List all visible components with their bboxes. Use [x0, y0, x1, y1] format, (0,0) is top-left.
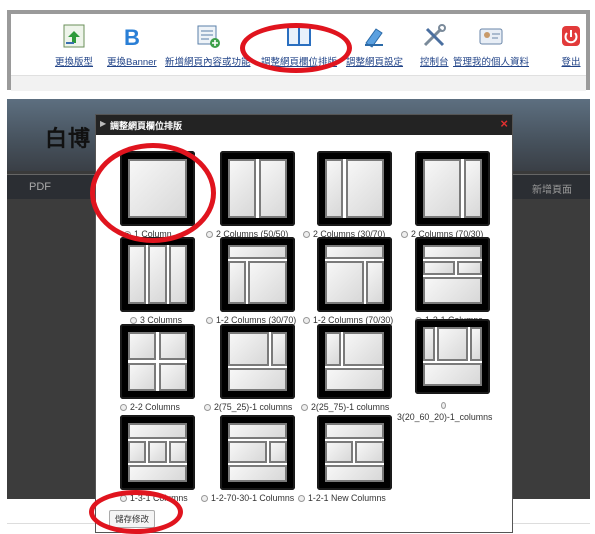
change-banner-button[interactable]: B 更換Banner [107, 23, 157, 68]
layout-1-2-1-columns-icon[interactable] [415, 237, 490, 312]
pdf-link[interactable]: PDF [29, 181, 51, 193]
add-content-button[interactable]: 新增網頁內容或功能 [165, 23, 251, 68]
page-settings-button[interactable]: 調整網頁設定 [346, 23, 403, 68]
layout-radio-label[interactable] [441, 402, 449, 409]
template-swap-icon [63, 24, 85, 48]
power-icon [562, 26, 580, 46]
layout-option-label: 1-2-70-30-1 Columns [211, 493, 295, 503]
adjust-layout-button[interactable]: 調整網頁欄位排版 [261, 23, 337, 68]
title-arrow-icon: ▶ [100, 119, 107, 128]
radio-button[interactable] [120, 494, 127, 502]
site-title: 白博 [45, 126, 92, 151]
page-settings-icon [364, 28, 383, 48]
save-changes-button[interactable]: 儲存修改 [109, 510, 156, 528]
column-layout-icon [287, 25, 311, 46]
layout-1-column-icon[interactable] [120, 151, 195, 226]
layout-radio-label[interactable]: 1-2-70-30-1 Columns [201, 493, 294, 503]
dialog-body: 1 Column 2 Columns (50/50) 2 Columns (30… [96, 135, 512, 532]
layout-1-2-70-30-1-columns-icon[interactable] [220, 415, 295, 490]
radio-button[interactable] [401, 230, 408, 238]
dialog-title: 調整網頁欄位排版 [110, 121, 183, 131]
radio-button[interactable] [303, 230, 310, 238]
layout-1-2-columns-70-30-icon[interactable] [317, 237, 392, 312]
toolbar-strip [11, 75, 586, 91]
layout-2-25-75-1-columns-icon[interactable] [317, 324, 392, 399]
radio-button[interactable] [206, 230, 213, 238]
change-template-button[interactable]: 更換版型 [55, 23, 93, 68]
radio-button[interactable] [303, 316, 310, 324]
radio-button[interactable] [301, 403, 308, 411]
manage-profile-button[interactable]: 管理我的個人資料 [453, 23, 529, 68]
layout-option-label: 2-2 Columns [130, 402, 180, 412]
layout-option-label: 2(25_75)-1 columns [311, 402, 390, 412]
add-page-link[interactable]: 新增頁面 [532, 181, 572, 196]
control-panel-button[interactable]: 控制台 [420, 23, 449, 68]
layout-1-2-1-new-columns-icon[interactable] [317, 415, 392, 490]
layout-option-label: 1-2-1 New Columns [308, 493, 386, 503]
layout-radio-label[interactable]: 2(25_75)-1 columns [301, 402, 389, 412]
layout-option-label: 3(20_60_20)-1_columns [397, 412, 493, 422]
layout-1-3-1-columns-icon[interactable] [120, 415, 195, 490]
profile-icon [479, 28, 503, 45]
layout-option-label: 2(75_25)-1 columns [214, 402, 293, 412]
layout-dialog: ▶ 調整網頁欄位排版 × 1 Column 2 Columns (50/50) [95, 114, 513, 533]
tools-icon [424, 24, 447, 47]
layout-radio-label[interactable]: 1-3-1 Columns [120, 493, 188, 503]
layout-3-20-60-20-1-columns-icon[interactable] [415, 319, 490, 394]
dialog-header: ▶ 調整網頁欄位排版 × [96, 115, 512, 135]
svg-text:B: B [124, 25, 140, 49]
layout-2-columns-30-70-icon[interactable] [317, 151, 392, 226]
layout-option-label: 1-3-1 Columns [130, 493, 188, 503]
layout-1-2-columns-30-70-icon[interactable] [220, 237, 295, 312]
layout-option-label-row: 3(20_60_20)-1_columns [397, 412, 492, 422]
radio-button[interactable] [120, 403, 127, 411]
layout-2-columns-70-30-icon[interactable] [415, 151, 490, 226]
layout-2-columns-50-50-icon[interactable] [220, 151, 295, 226]
banner-b-icon: B [124, 25, 140, 49]
layout-3-columns-icon[interactable] [120, 237, 195, 312]
layout-2-75-25-1-columns-icon[interactable] [220, 324, 295, 399]
top-toolbar: 更換版型 B 更換Banner 新增網頁內容或功能 調整網頁欄位排版 調整網頁設… [7, 10, 590, 91]
layout-radio-label[interactable]: 2(75_25)-1 columns [204, 402, 292, 412]
logout-button[interactable]: 登出 [558, 23, 584, 68]
radio-button[interactable] [130, 316, 137, 324]
layout-radio-label[interactable]: 1-2-1 New Columns [298, 493, 386, 503]
radio-button[interactable] [298, 494, 305, 502]
close-icon[interactable]: × [500, 116, 508, 131]
radio-button[interactable] [206, 316, 213, 324]
add-content-icon [197, 25, 220, 48]
radio-button[interactable] [441, 402, 446, 409]
layout-radio-label[interactable]: 2-2 Columns [120, 402, 180, 412]
radio-button[interactable] [204, 403, 211, 411]
layout-2-2-columns-icon[interactable] [120, 324, 195, 399]
radio-button[interactable] [201, 494, 208, 502]
